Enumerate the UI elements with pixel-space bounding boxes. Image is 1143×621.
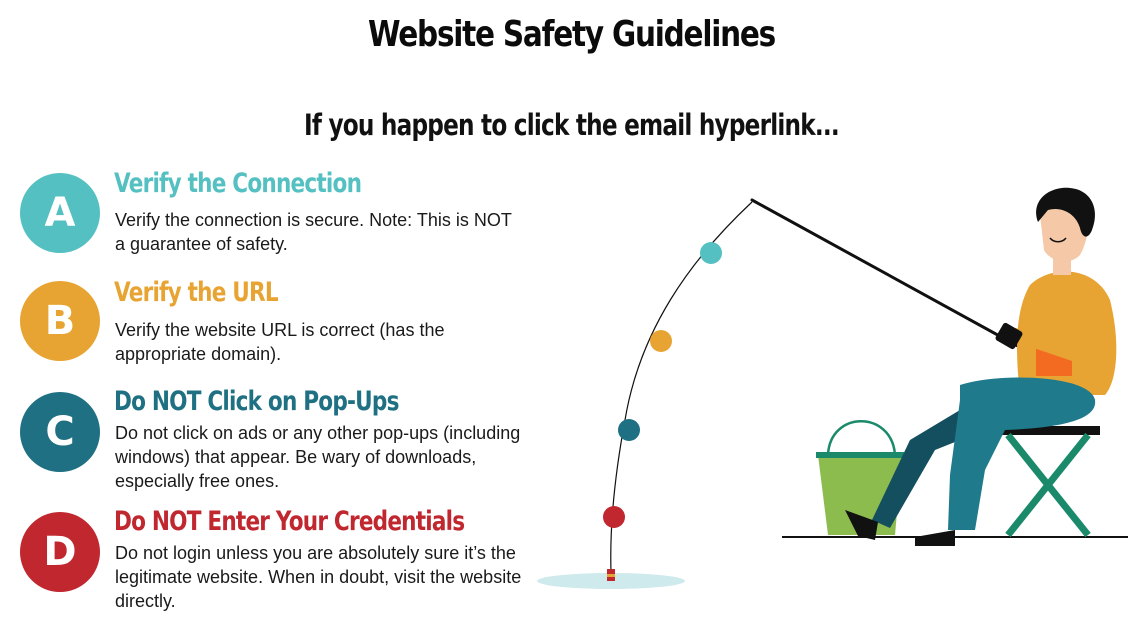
guideline-c-heading: Do NOT Click on Pop-Ups [114, 386, 399, 417]
guideline-a-text: Verify the connection is secure. Note: T… [115, 210, 512, 254]
fishing-line [610, 201, 753, 573]
bobber-teal [700, 242, 722, 264]
page-title: Website Safety Guidelines [367, 14, 776, 55]
guideline-c-text: Do not click on ads or any other pop-ups… [115, 423, 521, 491]
guideline-d-text: Do not login unless you are absolutely s… [115, 543, 522, 611]
badge-b: B [20, 281, 100, 361]
page-subtitle: If you happen to click the email hyperli… [304, 108, 840, 142]
badge-d: D [20, 512, 100, 592]
guideline-d-heading: Do NOT Enter Your Credentials [114, 506, 465, 537]
bobber-red [603, 506, 625, 528]
shoe-right [915, 530, 955, 546]
bobber-blue [618, 419, 640, 441]
guideline-b: B Verify the URL Verify the website URL … [18, 277, 538, 387]
bobber-orange [650, 330, 672, 352]
guideline-b-heading: Verify the URL [114, 277, 279, 308]
guideline-c: C Do NOT Click on Pop-Ups Do not click o… [18, 386, 538, 496]
guideline-a-heading: Verify the Connection [114, 168, 362, 199]
guideline-d: D Do NOT Enter Your Credentials Do not l… [18, 506, 538, 616]
person-fishing-illustration [537, 187, 1128, 589]
guideline-a: A Verify the Connection Verify the conne… [18, 168, 538, 278]
badge-c: C [20, 392, 100, 472]
guideline-b-text: Verify the website URL is correct (has t… [115, 320, 445, 364]
bucket-handle [826, 420, 897, 456]
badge-a: A [20, 173, 100, 253]
